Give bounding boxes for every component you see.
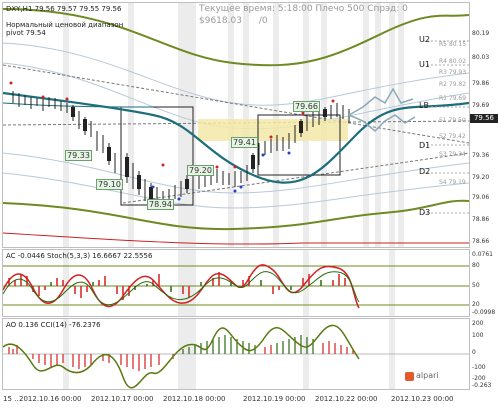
server-time-info: Текущее время: 5:18:00 Плечо 500 Спрэд: …	[199, 4, 408, 14]
cci-tick-100: 100	[472, 332, 484, 339]
level-d2: D2	[419, 167, 431, 176]
price-tick: 78.86	[472, 216, 490, 223]
ac-axis: 0.0761 80 50 20 -0.0998	[470, 249, 500, 317]
cci-tick-minus100: -100	[472, 364, 486, 371]
pivot-r1: R1 79.69	[439, 95, 467, 102]
ac-tick-top: 0.0761	[472, 251, 493, 258]
pivot-s3: S3 79.34	[439, 151, 466, 158]
stoch-level-80: 80	[472, 262, 480, 269]
price-tick: 80.19	[472, 30, 490, 37]
level-lb: LB	[419, 101, 429, 110]
pivot-s2: S2 79.42	[439, 133, 466, 140]
time-tick: 15 ..	[2, 395, 20, 403]
pivot-s1: S1 79.50	[439, 117, 466, 124]
price-chart-canvas	[3, 3, 469, 247]
price-tick: 79.86	[472, 80, 490, 87]
indicator-name: Нормальный ценовой диапазон	[6, 21, 124, 29]
level-d1: D1	[419, 141, 431, 150]
price-tag-79-33: 79.33	[65, 150, 92, 161]
alpari-logo-text: alpari	[416, 371, 439, 380]
ao-tick-bottom: -0.263	[472, 382, 492, 389]
ac-stoch-panel[interactable]: AC -0.0446 Stoch(5,3,3) 16.6667 22.5556	[2, 249, 470, 317]
time-axis: 15 .. 2012.10.16 00:00 2012.10.17 00:00 …	[2, 392, 500, 406]
price-axis: 80.19 80.03 79.86 79.69 79.36 79.20 79.0…	[470, 2, 500, 248]
current-price-label: 79.56	[470, 114, 498, 123]
price-chart-panel[interactable]: DXY,H1 79.56 79.57 79.55 79.56 Текущее в…	[2, 2, 470, 248]
level-d3: D3	[419, 208, 431, 217]
time-tick: 2012.10.19 00:00	[242, 395, 307, 403]
time-tick: 2012.10.17 00:00	[90, 395, 155, 403]
price-tick: 78.66	[472, 238, 490, 245]
price-tick: 79.20	[472, 174, 490, 181]
cci-tick-minus200: -200	[472, 375, 486, 382]
pivot-r4: R4 80.02	[439, 58, 467, 65]
symbol-info: DXY,H1 79.56 79.57 79.55 79.56	[6, 5, 122, 13]
price-tag-79-20: 79.20	[187, 165, 214, 176]
pivot-r3: R3 79.93	[439, 69, 467, 76]
ac-tick-bottom: -0.0998	[472, 309, 496, 316]
price-tick: 79.69	[472, 102, 490, 109]
pivot-s4: S4 79.19	[439, 179, 466, 186]
level-u2: U2	[419, 35, 430, 44]
ao-cci-canvas	[3, 319, 469, 389]
cci-tick-200: 200	[472, 320, 484, 327]
price-tag-79-41: 79.41	[231, 137, 258, 148]
price-tag-78-94: 78.94	[147, 199, 174, 210]
ao-cci-panel[interactable]: AO 0.136 CCI(14) -76.2376 alpari	[2, 318, 470, 390]
ao-cci-header: AO 0.136 CCI(14) -76.2376	[6, 321, 101, 329]
time-tick: 2012.10.22 00:00	[314, 395, 379, 403]
ac-stoch-header: AC -0.0446 Stoch(5,3,3) 16.6667 22.5556	[6, 252, 153, 260]
price-tick: 79.06	[472, 194, 490, 201]
pivot-r5: R5 80.15	[439, 41, 467, 48]
time-tick: 2012.10.23 00:00	[390, 395, 455, 403]
ao-axis: 200 100 0 -100 -200 -0.263	[470, 318, 500, 390]
price-tag-79-10: 79.10	[96, 179, 123, 190]
time-tick: 2012.10.16 00:00	[18, 395, 83, 403]
pivot-r2: R2 79.82	[439, 81, 467, 88]
cci-tick-0: 0	[472, 349, 476, 356]
price-tick: 79.36	[472, 152, 490, 159]
price-tag-79-66: 79.66	[293, 101, 320, 112]
balance-info: $9618.03 /0	[199, 16, 268, 26]
stoch-level-20: 20	[472, 301, 480, 308]
indicator-value: pivot 79.54	[6, 29, 46, 37]
price-tick: 80.03	[472, 54, 490, 61]
ao-histogram-green	[182, 335, 314, 354]
time-tick: 2012.10.18 00:00	[162, 395, 227, 403]
alpari-logo-icon	[405, 372, 414, 381]
stoch-level-50: 50	[472, 282, 480, 289]
level-u1: U1	[419, 60, 430, 69]
